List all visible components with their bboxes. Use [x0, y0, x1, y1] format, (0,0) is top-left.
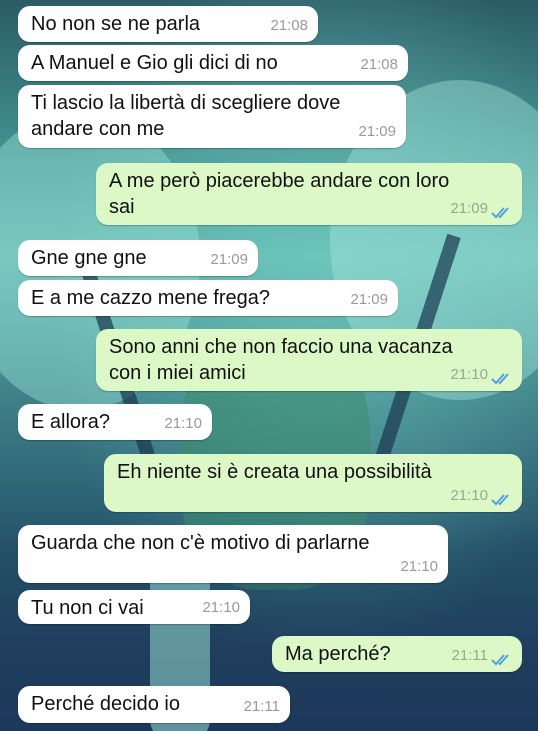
message-text: Guarda che non c'è motivo di parlarne [31, 532, 370, 554]
double-check-icon [491, 373, 509, 385]
message-bubble-outgoing[interactable]: A me però piacerebbe andare con loro sai… [96, 163, 522, 225]
message-text: E a me cazzo mene frega? [31, 287, 271, 309]
message-text: E allora? [31, 411, 110, 433]
message-bubble-incoming[interactable]: A Manuel e Gio gli dici di no 21:08 [18, 45, 408, 81]
message-bubble-incoming[interactable]: Guarda che non c'è motivo di parlarne 21… [18, 525, 448, 583]
double-check-icon [491, 494, 509, 506]
message-bubble-incoming[interactable]: E allora? 21:10 [18, 404, 212, 440]
message-time: 21:09 [358, 123, 396, 140]
message-bubble-outgoing[interactable]: Ma perché? 21:11 [272, 636, 522, 672]
double-check-icon [491, 654, 509, 666]
message-text: A me però piacerebbe andare con loro sai [109, 170, 450, 218]
message-bubble-outgoing[interactable]: Eh niente si è creata una possibilità 21… [104, 454, 522, 512]
message-time: 21:09 [450, 200, 488, 217]
message-text: Eh niente si è creata una possibilità [117, 461, 432, 483]
message-bubble-incoming[interactable]: E a me cazzo mene frega? 21:09 [18, 280, 398, 316]
message-time: 21:10 [450, 366, 488, 383]
message-text: Perché decido io [31, 693, 180, 715]
message-time: 21:10 [400, 558, 438, 575]
message-text: Ma perché? [285, 643, 391, 665]
message-bubble-incoming[interactable]: No non se ne parla 21:08 [18, 6, 318, 42]
message-time: 21:09 [210, 251, 248, 268]
double-check-icon [491, 207, 509, 219]
message-time: 21:10 [202, 599, 240, 616]
message-time: 21:08 [270, 17, 308, 34]
message-text: A Manuel e Gio gli dici di no [31, 52, 278, 74]
message-text: Tu non ci vai [31, 597, 144, 619]
message-text: Sono anni che non faccio una vacanza con… [109, 336, 453, 384]
message-bubble-incoming[interactable]: Gne gne gne 21:09 [18, 240, 258, 276]
message-bubble-outgoing[interactable]: Sono anni che non faccio una vacanza con… [96, 329, 522, 391]
message-text: Ti lascio la libertà di scegliere dove a… [31, 92, 341, 140]
message-text: Gne gne gne [31, 247, 147, 269]
message-bubble-incoming[interactable]: Ti lascio la libertà di scegliere dove a… [18, 85, 406, 148]
message-bubble-incoming[interactable]: Tu non ci vai 21:10 [18, 590, 250, 624]
message-time: 21:11 [243, 698, 280, 715]
message-bubble-incoming[interactable]: Perché decido io 21:11 [18, 686, 290, 723]
message-time: 21:10 [164, 415, 202, 432]
message-time: 21:11 [451, 647, 488, 664]
message-time: 21:10 [450, 487, 488, 504]
message-text: No non se ne parla [31, 13, 201, 35]
message-time: 21:08 [360, 56, 398, 73]
message-time: 21:09 [350, 291, 388, 308]
